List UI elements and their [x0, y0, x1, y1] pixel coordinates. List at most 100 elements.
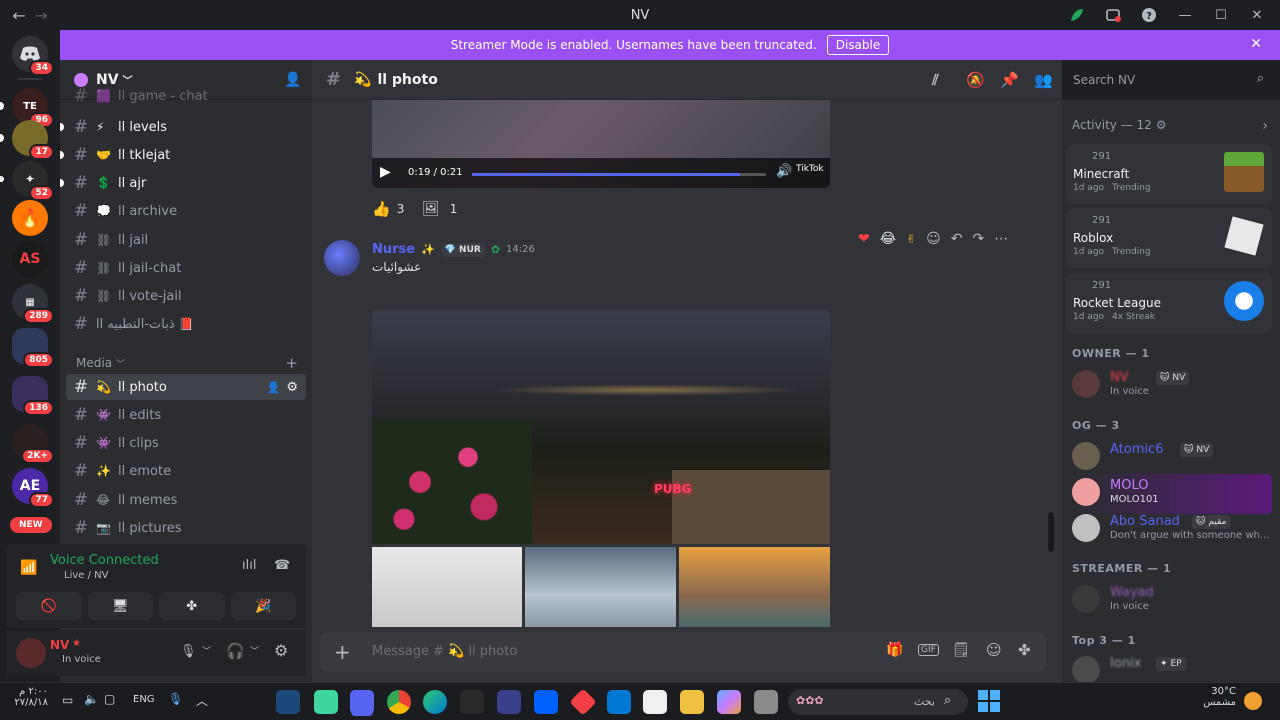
laugh-reaction-icon[interactable]: 😂 — [880, 231, 896, 247]
chevron-up-icon[interactable]: ︿ — [196, 692, 208, 709]
mic-icon[interactable]: 🎙 — [180, 644, 197, 659]
channel-item[interactable]: # ⛓ ll jail-chat — [66, 255, 306, 281]
avatar[interactable] — [16, 638, 46, 668]
back-icon[interactable]: ← — [8, 6, 30, 25]
server-icon[interactable]: ▦ 289 — [12, 284, 54, 324]
minimize-icon[interactable]: — — [1174, 4, 1196, 26]
channel-item[interactable]: # ⚡ ll levels — [60, 114, 306, 140]
reaction[interactable]: 👍 3 — [372, 198, 404, 220]
dropbox-icon[interactable] — [534, 690, 558, 714]
channel-item[interactable]: # 📷 ll pictures — [66, 515, 306, 541]
search-input[interactable]: بحث — [914, 695, 935, 708]
channel-item[interactable]: # 😂 ll memes — [66, 487, 306, 513]
server-icon[interactable]: TE 96 — [0, 88, 54, 128]
play-icon[interactable]: ▶ — [380, 164, 391, 180]
start-button[interactable] — [978, 690, 1000, 712]
message-avatar[interactable] — [324, 240, 360, 276]
weather[interactable]: 30°C مشمس — [1196, 686, 1236, 708]
app-icon[interactable] — [497, 690, 521, 714]
discord-taskbar-icon[interactable] — [350, 690, 374, 714]
emoji-icon[interactable]: ☺ — [986, 641, 1002, 659]
gif-icon[interactable]: GIF — [918, 644, 939, 656]
screen-share-button[interactable]: 🖥 — [87, 592, 153, 620]
soundboard-button[interactable]: 🎉 — [230, 592, 296, 620]
member-item[interactable]: Wayad In voice — [1072, 581, 1272, 621]
forward-icon[interactable]: → — [30, 6, 52, 25]
video-off-button[interactable]: 🚫 — [16, 592, 82, 620]
search-box[interactable]: Search NV ⌕ — [1066, 67, 1272, 93]
chrome-icon[interactable] — [387, 690, 411, 714]
voice-location[interactable]: Live / NV — [64, 570, 108, 581]
channel-item[interactable]: # 💲 ll ajr — [60, 170, 306, 196]
member-item[interactable]: Abo Sanad 🐱 مقيم Don't argue with someone… — [1072, 510, 1272, 550]
reply-icon[interactable]: ↶ — [951, 231, 963, 247]
chevron-down-icon[interactable]: ﹀ — [250, 644, 259, 657]
search-input[interactable]: Search NV — [1073, 73, 1135, 87]
inbox-icon[interactable] — [1102, 4, 1124, 26]
activity-card[interactable]: 291 Roblox 1d ago Trending — [1066, 208, 1272, 268]
apps-icon[interactable]: ✤ — [1018, 641, 1031, 659]
activity-card[interactable]: 291 Minecraft 1d ago Trending — [1066, 144, 1272, 204]
video-embed[interactable]: ▶ 0:19 / 0:21 🔊 TikTok — [372, 100, 830, 188]
heart-reaction-icon[interactable]: ❤ — [858, 231, 870, 247]
volume-icon[interactable]: 🔈 — [84, 692, 99, 706]
app-icon[interactable] — [754, 690, 778, 714]
channel-item[interactable]: # 🤝 ll tklejat — [60, 142, 306, 168]
add-member-icon[interactable]: 👤 — [267, 381, 281, 394]
message-input[interactable]: Message # 💫 ll photo — [372, 644, 517, 659]
server-icon[interactable]: AS — [12, 241, 48, 277]
noise-icon[interactable]: ılıl — [242, 558, 256, 573]
channel-item[interactable]: # 💭 ll archive — [66, 198, 306, 224]
scrollbar[interactable] — [1048, 512, 1054, 552]
activity-card[interactable]: 291 Rocket League 1d ago 4x Streak — [1066, 273, 1272, 333]
channel-item[interactable]: # ⛓ ll jail — [66, 227, 306, 253]
channel-item[interactable]: # ⛓ ll vote-jail — [66, 283, 306, 309]
edge-icon[interactable] — [423, 690, 447, 714]
language-indicator[interactable]: ENG — [133, 694, 155, 705]
disable-button[interactable]: Disable — [826, 35, 890, 55]
member-item[interactable]: MOLO MOLO101 — [1072, 474, 1272, 514]
add-reaction-icon[interactable]: ☺ — [926, 231, 941, 247]
taskbar-search[interactable]: ✿✿✿ بحث ⌕ — [788, 689, 968, 715]
invite-icon[interactable]: 👤 — [284, 72, 301, 88]
pin-icon[interactable]: 📌 — [1000, 71, 1019, 89]
server-icon[interactable]: ✦ 52 — [0, 161, 54, 201]
file-explorer-icon[interactable] — [680, 690, 704, 714]
mic-icon[interactable]: 🎙 — [168, 692, 183, 706]
outlook-icon[interactable] — [607, 690, 631, 714]
photo-attachment[interactable] — [525, 547, 676, 627]
maximize-icon[interactable]: ☐ — [1210, 4, 1232, 26]
activity-header[interactable]: Activity — 12 ⚙ › — [1072, 118, 1268, 134]
close-banner-icon[interactable]: ✕ — [1250, 36, 1262, 52]
video-progress[interactable] — [472, 173, 766, 176]
forward-icon[interactable]: ↷ — [973, 231, 985, 247]
activities-button[interactable]: ✤ — [159, 592, 225, 620]
gift-icon[interactable]: 🎁 — [886, 642, 903, 658]
more-icon[interactable]: ⋯ — [994, 231, 1008, 247]
server-icon[interactable]: AE 77 — [12, 468, 54, 508]
close-window-icon[interactable]: ✕ — [1246, 4, 1268, 26]
threads-icon[interactable]: ⫽ — [932, 71, 939, 89]
member-item[interactable]: NV 🐱 NV In voice — [1072, 366, 1272, 406]
store-icon[interactable] — [643, 690, 667, 714]
epic-games-icon[interactable] — [460, 690, 484, 714]
help-icon[interactable]: ? — [1138, 4, 1160, 26]
channel-item[interactable]: # 👾 ll clips — [66, 430, 306, 456]
photo-attachment[interactable] — [679, 547, 830, 627]
nitro-icon[interactable] — [1066, 4, 1088, 26]
steam-icon[interactable] — [276, 690, 300, 714]
mute-icon[interactable]: 🔕 — [966, 71, 985, 89]
channel-item[interactable]: # 👾 ll edits — [66, 402, 306, 428]
photo-attachment[interactable]: PUBG — [372, 310, 830, 544]
app-icon[interactable] — [569, 688, 597, 716]
add-attachment-icon[interactable]: + — [334, 640, 351, 664]
server-icon[interactable]: 🔥 — [12, 200, 48, 236]
message-author[interactable]: Nurse — [372, 242, 415, 257]
member-item[interactable]: Atomic6 🐱 NV — [1072, 438, 1272, 478]
channel-item[interactable]: # 🟪 ll game - chat — [66, 88, 306, 104]
chevron-down-icon[interactable]: ﹀ — [202, 644, 211, 657]
headphones-icon[interactable]: 🎧 — [226, 642, 245, 660]
members-icon[interactable]: 👥 — [1034, 71, 1053, 89]
channel-item[interactable]: # ✨ ll emote — [66, 458, 306, 484]
server-icon[interactable]: 2K+ — [12, 424, 54, 464]
